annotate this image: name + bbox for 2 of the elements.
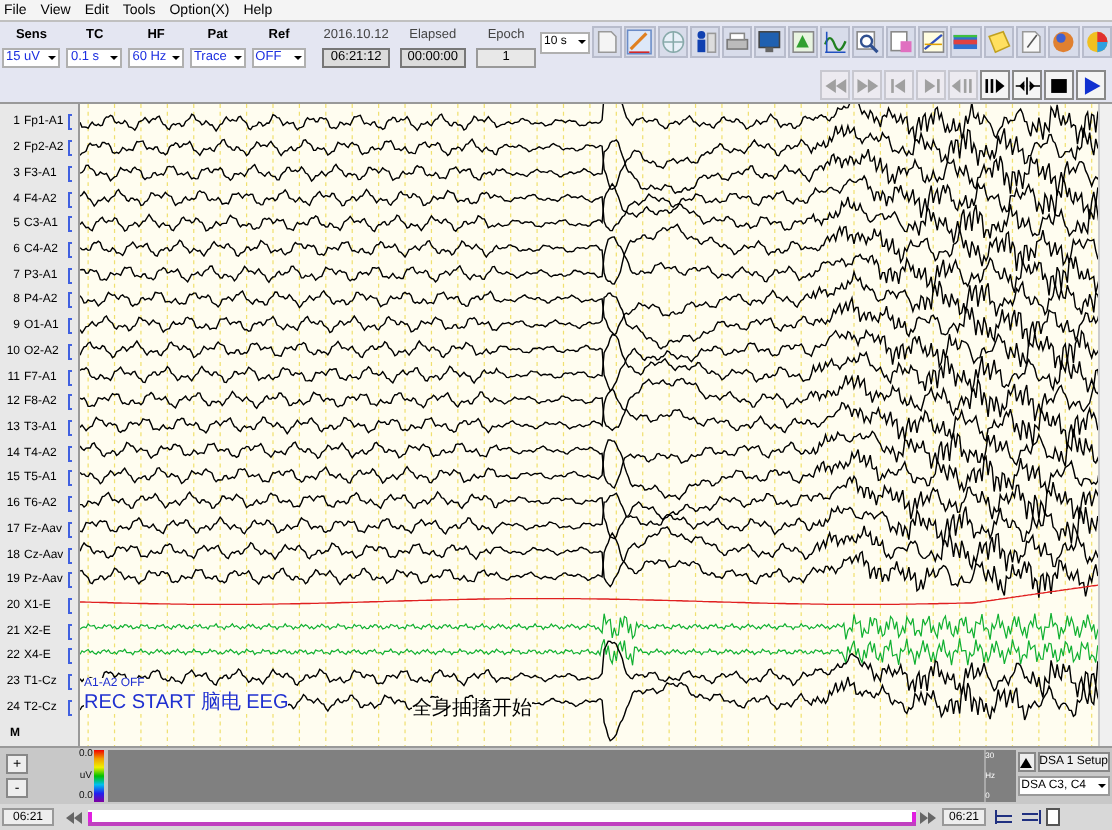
annotation-text: 全身抽搐开始: [412, 698, 532, 720]
annotation-text: REC START 脑电 EEG: [84, 692, 289, 714]
